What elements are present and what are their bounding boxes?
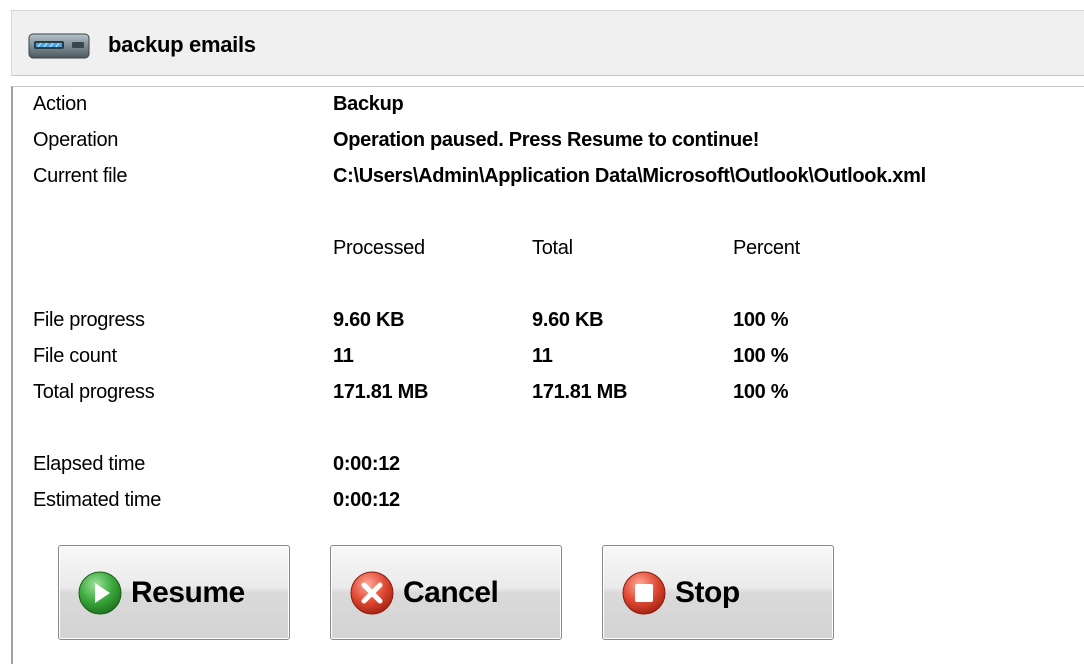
total-progress-processed: 171.81 MB — [333, 381, 429, 403]
header-percent: Percent — [733, 237, 800, 259]
elapsed-time-label: Elapsed time — [33, 453, 146, 475]
stop-button[interactable]: Stop — [602, 545, 834, 640]
cancel-label: Cancel — [403, 575, 499, 609]
file-count-percent: 100 % — [733, 345, 789, 367]
file-count-processed: 11 — [333, 345, 354, 367]
file-progress-total: 9.60 KB — [532, 309, 604, 331]
header-processed: Processed — [333, 237, 425, 259]
total-progress-percent: 100 % — [733, 381, 789, 403]
stop-label: Stop — [675, 575, 740, 609]
progress-panel: Action Backup Operation Operation paused… — [11, 86, 1084, 664]
stop-icon — [621, 570, 667, 616]
window-header: backup emails — [11, 10, 1084, 76]
file-count-label: File count — [33, 345, 117, 367]
file-count-total: 11 — [532, 345, 553, 367]
total-progress-total: 171.81 MB — [532, 381, 628, 403]
window-title: backup emails — [108, 32, 256, 57]
current-file-value: C:\Users\Admin\Application Data\Microsof… — [333, 165, 926, 187]
file-progress-processed: 9.60 KB — [333, 309, 405, 331]
estimated-time-label: Estimated time — [33, 489, 162, 511]
elapsed-time-value: 0:00:12 — [333, 453, 400, 475]
estimated-time-value: 0:00:12 — [333, 489, 400, 511]
action-label: Action — [33, 93, 87, 115]
resume-label: Resume — [131, 575, 245, 609]
header-total: Total — [532, 237, 573, 259]
x-circle-icon — [349, 570, 395, 616]
cancel-button[interactable]: Cancel — [330, 545, 562, 640]
total-progress-label: Total progress — [33, 381, 155, 403]
current-file-label: Current file — [33, 165, 128, 187]
drive-icon — [28, 31, 90, 66]
operation-value: Operation paused. Press Resume to contin… — [333, 129, 760, 151]
file-progress-percent: 100 % — [733, 309, 789, 331]
operation-label: Operation — [33, 129, 119, 151]
play-icon — [77, 570, 123, 616]
file-progress-label: File progress — [33, 309, 145, 331]
action-value: Backup — [333, 93, 404, 115]
resume-button[interactable]: Resume — [58, 545, 290, 640]
